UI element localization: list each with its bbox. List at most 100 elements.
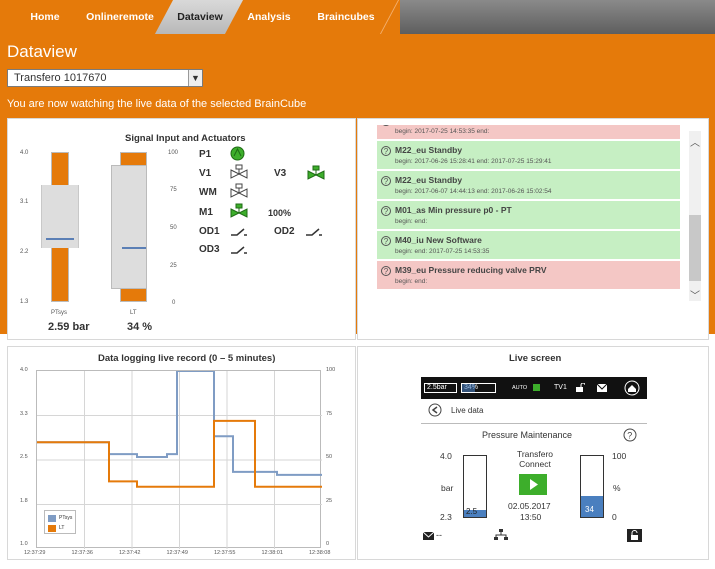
message-scrollbar-thumb[interactable] [689, 215, 701, 281]
y-left-tick: 4.0 [20, 367, 28, 373]
help-icon: ? [381, 146, 391, 156]
tab-braincubes[interactable]: Braincubes [292, 0, 400, 34]
device-select[interactable]: Transfero 1017670 ▼ [7, 69, 203, 87]
message-sub: begin: end: [395, 218, 428, 225]
message-sub: begin: end: [395, 278, 428, 285]
live-left-bottom: 2.3 [440, 512, 452, 522]
legend-swatch-lt [48, 525, 56, 532]
mail-icon[interactable] [596, 383, 608, 393]
level-gauge-range [111, 165, 147, 289]
message-item[interactable]: ?M40_iu New Softwarebegin: 2017-07-25 14… [377, 125, 680, 140]
live-left-unit: bar [441, 483, 454, 493]
live-right-unit: % [613, 483, 621, 493]
gauge2-tick: 100 [168, 150, 179, 156]
play-icon [530, 479, 538, 490]
actuator-v3-label: V3 [274, 168, 287, 179]
auto-status-icon [533, 384, 540, 391]
live-status-bar: 2.5bar 34% AUTO TV1 [421, 377, 647, 399]
chart-svg [37, 370, 322, 549]
actuator-od1-label: OD1 [199, 226, 220, 237]
live-level-value: 34 [585, 505, 594, 514]
gauge2-tick: 25 [170, 263, 177, 269]
legend-ptsys: PTsys [59, 515, 73, 521]
network-icon[interactable] [494, 529, 508, 541]
help-icon[interactable]: ? [623, 428, 637, 442]
mail-status: -- [436, 530, 442, 540]
message-item[interactable]: ? M40_iu New Software begin: end: 2017-07-… [377, 231, 680, 260]
y-left-tick: 3.3 [20, 410, 28, 417]
home-icon[interactable] [624, 380, 640, 396]
x-tick: 12:37:55 [214, 550, 236, 556]
switch-open-icon [231, 246, 247, 254]
message-list[interactable]: ? M40_iu New Software begin: 2017-07-25 14… [377, 125, 680, 304]
play-button[interactable] [519, 474, 547, 495]
mail-icon[interactable] [423, 532, 434, 540]
device-select-value: Transfero 1017670 [14, 72, 107, 84]
legend-lt: LT [59, 525, 65, 531]
message-item[interactable]: ? M01_as Min pressure p0 - PT begin: end: [377, 201, 680, 230]
tab-analysis[interactable]: Analysis [224, 0, 314, 34]
actuator-od3-label: OD3 [199, 244, 220, 255]
pump-icon [230, 146, 245, 161]
valve-icon [230, 164, 248, 179]
level-gauge-marker [122, 246, 146, 249]
live-data-label[interactable]: Live data [451, 406, 483, 415]
live-right-top: 100 [612, 451, 627, 461]
y-right-tick: 75 [326, 410, 333, 417]
actuator-p1-label: P1 [199, 149, 212, 160]
motor-valve-icon [230, 203, 248, 218]
help-icon: ? [381, 206, 391, 216]
help-icon: ? [381, 266, 391, 276]
live-level-box: 34% [461, 383, 496, 393]
page: Home Onlineremote Dataview Analysis Brai… [0, 0, 715, 569]
y-right-tick: 50 [326, 454, 333, 460]
scroll-up-icon[interactable]: ︿ [689, 134, 701, 149]
message-item[interactable]: ? M22_eu Standby begin: 2017-06-07 14:44:1… [377, 171, 680, 200]
message-title: M39_eu Pressure reducing valve PRV [395, 265, 547, 275]
live-level-gauge: 34 [580, 455, 604, 518]
live-pressure-value: 2.5 [466, 507, 478, 516]
live-time: 13:50 [520, 512, 542, 522]
chevron-down-icon[interactable]: ▼ [188, 70, 202, 86]
page-title: Dataview [7, 42, 77, 61]
pressure-value: 2.59 bar [48, 321, 90, 333]
message-item[interactable]: ? M22_eu Standby begin: 2017-06-26 15:28:4… [377, 141, 680, 170]
message-title: M01_as Min pressure p0 - PT [395, 205, 512, 215]
x-tick: 12:37:29 [24, 550, 46, 556]
nav-background [400, 0, 715, 34]
message-item[interactable]: ? M39_eu Pressure reducing valve PRV begin… [377, 261, 680, 290]
message-sub: begin: end: 2017-07-25 14:53:35 [395, 248, 490, 255]
help-icon: ? [381, 236, 391, 246]
x-tick: 12:37:49 [166, 550, 188, 556]
tab-dataview[interactable]: Dataview [154, 0, 246, 34]
scroll-down-icon[interactable]: ﹀ [689, 287, 701, 302]
gauge2-label: LT [130, 310, 137, 316]
y-left-tick: 1.0 [20, 541, 28, 547]
lock-icon [631, 530, 638, 540]
x-tick: 12:37:42 [119, 550, 141, 556]
message-title: M22_eu Standby [395, 175, 463, 185]
live-right-bottom: 0 [612, 512, 617, 522]
valve-icon [230, 183, 248, 198]
live-divider [421, 423, 647, 424]
unlock-icon[interactable] [575, 383, 585, 393]
x-tick: 12:38:01 [261, 550, 283, 556]
back-icon[interactable] [428, 403, 442, 417]
svg-text:?: ? [627, 431, 632, 441]
tab-onlineremote[interactable]: Onlineremote [64, 0, 176, 34]
legend-swatch-ptsys [48, 515, 56, 522]
device-name-line2: Connect [519, 459, 551, 469]
live-tv1-label: TV1 [554, 384, 567, 391]
live-auto-label: AUTO [512, 385, 528, 391]
x-tick: 12:37:36 [71, 550, 93, 556]
live-pressure-box: 2.5bar [424, 383, 457, 393]
lock-button[interactable] [627, 529, 642, 542]
actuator-m1-label: M1 [199, 207, 213, 218]
y-right-tick: 0 [326, 541, 330, 547]
message-title: M22_eu Standby [395, 145, 463, 155]
y-right-tick: 100 [326, 367, 336, 373]
gauge2-tick: 0 [172, 300, 176, 306]
live-heading: Pressure Maintenance [482, 430, 573, 440]
top-navigation: Home Onlineremote Dataview Analysis Brai… [0, 0, 715, 34]
gauge1-tick: 1.3 [20, 299, 29, 305]
